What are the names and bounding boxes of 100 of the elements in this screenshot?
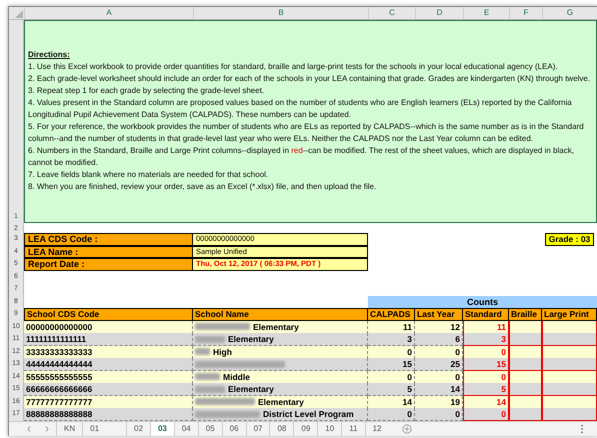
redacted-text [195, 398, 255, 405]
school-name: High [213, 346, 232, 358]
editable-cell[interactable] [542, 333, 597, 346]
editable-cell[interactable] [509, 333, 542, 346]
column-header[interactable]: A [24, 7, 193, 19]
table-cell: 77777777777777 [24, 396, 193, 408]
editable-cell[interactable] [509, 383, 542, 396]
column-header[interactable]: D [415, 7, 463, 19]
redacted-text [195, 348, 210, 355]
school-name: Elementary [258, 396, 304, 408]
counts-header: Counts [368, 296, 597, 308]
table-cell: 0 [368, 408, 415, 421]
sheet-tab[interactable]: 05 [198, 422, 222, 436]
redacted-text [195, 373, 220, 380]
directions-step: 3. Repeat step 1 for each grade by selecting the grade-level sheet. [28, 85, 594, 97]
column-header[interactable]: E [463, 7, 509, 19]
redacted-text [195, 410, 260, 418]
editable-cell[interactable] [542, 408, 597, 421]
table-cell: 0 [368, 370, 415, 384]
field-label: LEA CDS Code : [24, 233, 193, 246]
scroll-right-icon[interactable] [45, 426, 49, 432]
sheet-tab[interactable]: 10 [317, 422, 342, 436]
table-cell: 25 [415, 358, 463, 371]
table-cell: 11111111111111 [24, 333, 193, 346]
column-header[interactable]: B [193, 7, 368, 19]
sheet-tab[interactable]: 09 [293, 422, 318, 436]
column-heading: CALPADS [368, 308, 415, 320]
column-heading: School Name [193, 308, 368, 320]
table-cell: 14 [415, 383, 463, 396]
editable-cell[interactable] [509, 408, 542, 421]
table-cell: 00000000000000 [24, 320, 193, 334]
editable-cell[interactable]: 11 [463, 320, 509, 334]
directions-step: 6. Numbers in the Standard, Braille and Large Print columns--displayed in red--can be modified. The rest of the sheet values, which are displayed in black, cannot be modified. [28, 145, 594, 169]
table-cell: 0 [415, 346, 463, 358]
sheet-tab[interactable]: 01 [82, 422, 106, 436]
table-cell: 55555555555555 [24, 370, 193, 384]
column-header[interactable]: G [542, 7, 597, 19]
school-name: Elementary [228, 383, 274, 395]
sheet-tab[interactable]: 07 [246, 422, 270, 436]
table-cell: 66666666666666 [24, 383, 193, 396]
sheet-tab[interactable]: 04 [174, 422, 198, 436]
column-heading: School CDS Code [24, 308, 193, 320]
field-label: Report Date : [24, 258, 193, 270]
editable-cell[interactable] [509, 370, 542, 384]
school-name: Elementary [228, 333, 274, 345]
table-cell: 88888888888888 [24, 408, 193, 421]
sheet-tab[interactable]: 08 [269, 422, 294, 436]
column-header[interactable]: F [509, 7, 542, 19]
school-name: District Level Program [263, 408, 354, 420]
directions-step: 5. For your reference, the workbook provides the number of students who are ELs as reported by CALPADS--which is the same number as is in the Standard column--and the number of students in that grade-level last year who were ELs. Neither the CALPADS nor the Last Year column can be edited. [28, 121, 594, 145]
table-cell: 0 [368, 346, 415, 358]
editable-cell[interactable] [542, 346, 597, 358]
editable-cell[interactable]: 14 [463, 396, 509, 408]
sheet-tab[interactable]: 12 [364, 422, 388, 436]
table-cell: 44444444444444 [24, 358, 193, 371]
school-name: Middle [223, 370, 250, 382]
sheet-tab[interactable]: 03 [150, 422, 174, 436]
redacted-text [195, 323, 250, 330]
grade-label: Grade : 03 [544, 233, 594, 246]
field-label: LEA Name : [24, 246, 193, 258]
table-cell: 14 [368, 396, 415, 408]
directions-step: 7. Leave fields blank where no materials are needed for that school. [28, 169, 594, 181]
column-header[interactable]: C [368, 7, 415, 19]
table-cell: 19 [415, 396, 463, 408]
redacted-text [195, 336, 225, 342]
table-cell: 12 [415, 320, 463, 334]
editable-cell[interactable] [509, 396, 542, 408]
table-cell: 33333333333333 [24, 346, 193, 358]
editable-cell[interactable] [542, 383, 597, 396]
editable-cell[interactable] [509, 320, 542, 334]
table-cell: 0 [415, 370, 463, 384]
editable-cell[interactable] [509, 358, 542, 371]
editable-cell[interactable] [542, 358, 597, 371]
editable-cell[interactable]: 0 [463, 370, 509, 384]
directions-heading: Directions: [28, 49, 71, 61]
directions-step: 1. Use this Excel workbook to provide order quantities for standard, braille and large-print tests for the schools in your local educational agency (LEA). [28, 61, 594, 73]
editable-cell[interactable] [509, 346, 542, 358]
school-name: Elementary [253, 320, 299, 332]
column-heading: Standard [463, 308, 509, 320]
directions-step: 8. When you are finished, review your order, save as an Excel (*.xlsx) file, and then upload the file. [28, 181, 594, 193]
directions-step: 2. Each grade-level worksheet should include an order for each of the schools in your LEA containing that grade. Grades are kindergarten (KN) through twelve. [28, 73, 594, 85]
redacted-text [195, 386, 225, 392]
scroll-left-icon[interactable] [27, 426, 31, 432]
add-sheet-icon[interactable] [402, 424, 412, 434]
editable-cell[interactable] [542, 396, 597, 408]
sheet-tab[interactable]: KN [56, 422, 82, 436]
editable-cell[interactable]: 0 [463, 346, 509, 358]
column-heading: Braille [509, 308, 542, 320]
table-cell: 6 [415, 333, 463, 346]
directions-step: 4. Values present in the Standard column are proposed values based on the number of students who are English learners (ELs) reported by the California Longitudinal Pupil Achievement Data System (CALPADS). These numbers can be updated. [28, 97, 594, 121]
editable-cell[interactable] [542, 370, 597, 384]
column-heading: Large Print [542, 308, 597, 320]
sheet-tab[interactable]: 11 [341, 422, 364, 436]
table-cell: 11 [368, 320, 415, 334]
editable-cell[interactable] [542, 320, 597, 334]
select-all-icon[interactable] [15, 10, 23, 18]
column-heading: Last Year [415, 308, 463, 320]
more-icon[interactable] [580, 424, 584, 434]
table-cell: 0 [415, 408, 463, 421]
sheet-tab[interactable]: 06 [222, 422, 246, 436]
